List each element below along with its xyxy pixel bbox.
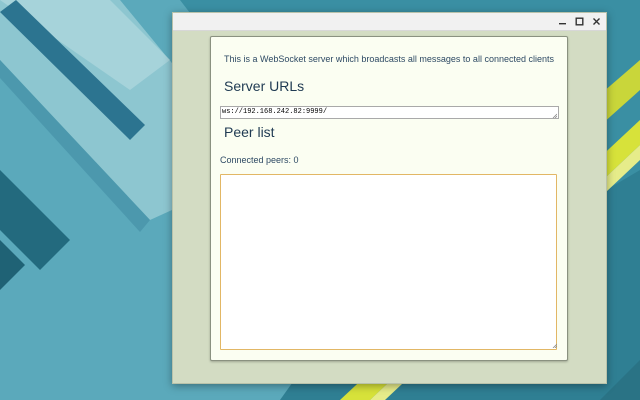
resize-grip-icon[interactable] — [552, 113, 557, 118]
peer-list-textarea[interactable] — [220, 174, 557, 350]
window-titlebar[interactable] — [173, 13, 606, 31]
main-panel: This is a WebSocket server which broadca… — [210, 36, 568, 361]
resize-grip-icon[interactable] — [552, 343, 557, 348]
peer-list-heading: Peer list — [224, 124, 275, 140]
maximize-icon — [575, 17, 583, 26]
close-button[interactable] — [588, 14, 604, 29]
minimize-button[interactable] — [554, 14, 570, 29]
app-window: This is a WebSocket server which broadca… — [172, 12, 607, 384]
maximize-button[interactable] — [571, 14, 587, 29]
server-url-field[interactable]: ws://192.168.242.82:9999/ — [220, 106, 559, 119]
minimize-icon — [558, 23, 566, 25]
desktop: This is a WebSocket server which broadca… — [0, 0, 640, 400]
connected-peers-count: Connected peers: 0 — [220, 155, 299, 165]
close-icon — [592, 18, 600, 25]
intro-text: This is a WebSocket server which broadca… — [224, 54, 554, 64]
server-urls-heading: Server URLs — [224, 78, 305, 94]
